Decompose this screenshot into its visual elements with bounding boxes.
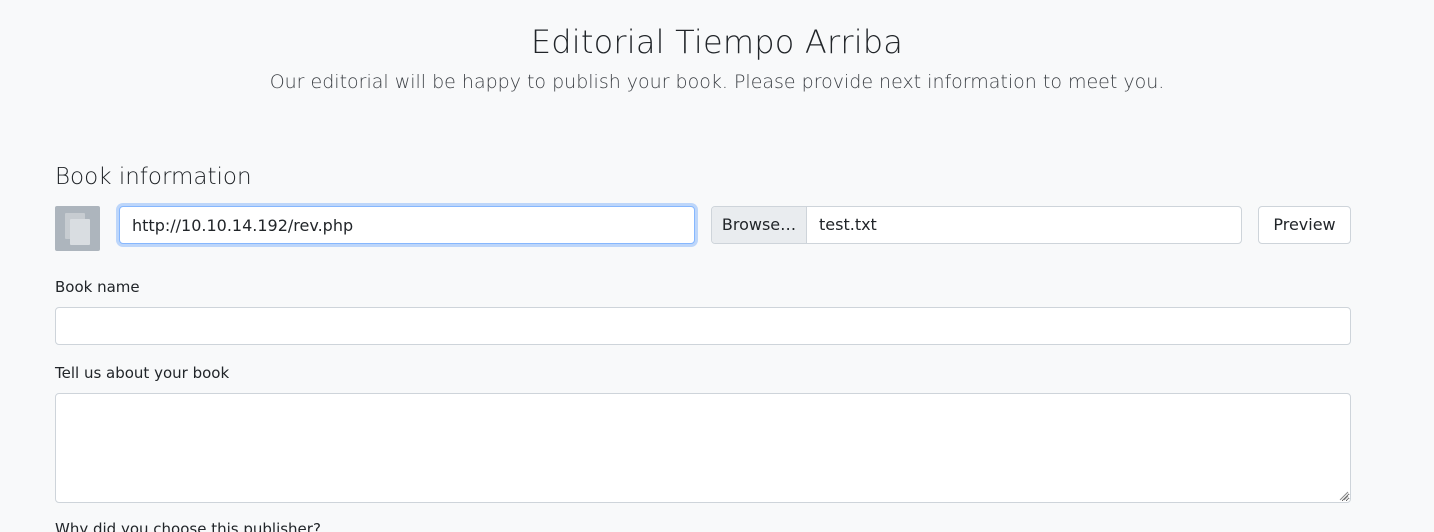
book-cover-icon [55, 206, 100, 251]
preview-button[interactable]: Preview [1258, 206, 1351, 244]
selected-file-name: test.txt [819, 215, 877, 234]
why-publisher-label: Why did you choose this publisher? [55, 520, 321, 532]
page-title: Editorial Tiempo Arriba [530, 23, 904, 61]
about-book-label: Tell us about your book [55, 364, 230, 382]
textarea-resize-grip-icon[interactable] [1338, 490, 1349, 501]
book-cover-file-input[interactable]: Browse… test.txt [711, 206, 1242, 244]
page-subtitle: Our editorial will be happy to publish y… [269, 71, 1165, 93]
browse-button[interactable]: Browse… [712, 207, 807, 243]
page-header: Editorial Tiempo Arriba Our editorial wi… [0, 22, 1434, 94]
about-book-textarea[interactable] [55, 393, 1351, 503]
book-name-label: Book name [55, 278, 140, 296]
cover-sheet-front [70, 219, 90, 245]
book-information-heading: Book information [55, 164, 252, 190]
publish-form-page: Editorial Tiempo Arriba Our editorial wi… [0, 0, 1434, 532]
book-cover-url-input[interactable] [119, 206, 695, 244]
book-name-input[interactable] [55, 307, 1351, 345]
